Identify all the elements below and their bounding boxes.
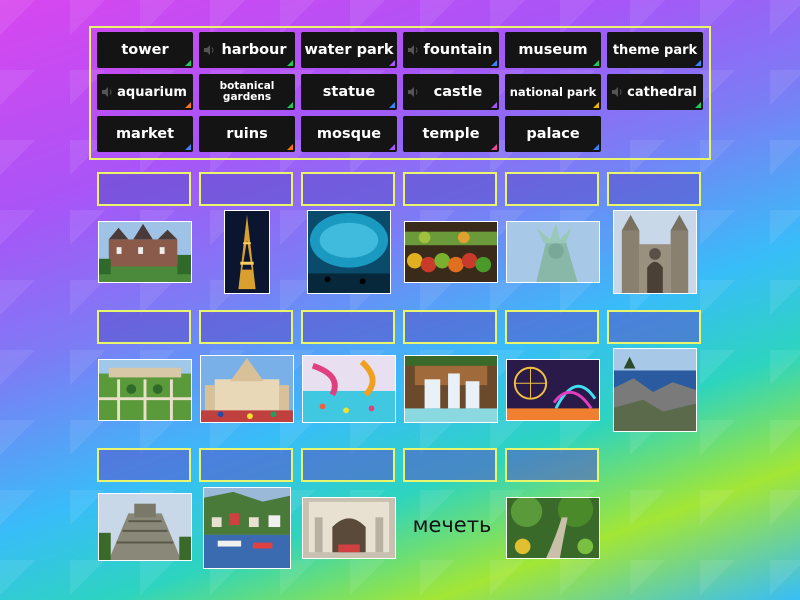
drop-slot[interactable] <box>505 448 599 482</box>
eiffel-tower-photo <box>224 210 270 294</box>
cathedral-photo <box>613 210 697 294</box>
drop-slot[interactable] <box>97 310 191 344</box>
speaker-icon[interactable] <box>611 86 623 98</box>
corner-marker <box>491 102 497 108</box>
drop-slot[interactable] <box>403 448 497 482</box>
corner-marker <box>185 102 191 108</box>
harbour-photo <box>203 487 291 569</box>
corner-marker <box>185 144 191 150</box>
corner-marker <box>593 60 599 66</box>
tile-label: castle <box>433 84 483 100</box>
drop-slot[interactable] <box>97 172 191 206</box>
aquarium-photo <box>307 210 391 294</box>
tile-label: fountain <box>423 42 493 58</box>
tile-water-park[interactable]: water park <box>301 32 397 68</box>
corner-marker <box>593 144 599 150</box>
corner-marker <box>287 102 293 108</box>
drop-slot[interactable] <box>403 310 497 344</box>
statue-of-liberty-photo <box>506 221 600 283</box>
market-photo <box>404 221 498 283</box>
speaker-icon[interactable] <box>407 86 419 98</box>
drop-slot[interactable] <box>301 310 395 344</box>
tile-label: temple <box>422 126 480 142</box>
corner-marker <box>389 102 395 108</box>
speaker-icon[interactable] <box>101 86 113 98</box>
theme-park-photo <box>506 359 600 421</box>
tile-label: palace <box>526 126 580 142</box>
castle-photo <box>98 221 192 283</box>
tile-label: mosque <box>316 126 382 142</box>
national-park-photo <box>613 348 697 432</box>
tile-museum[interactable]: museum <box>505 32 601 68</box>
corner-marker <box>491 60 497 66</box>
tile-cathedral[interactable]: cathedral <box>607 74 703 110</box>
tile-label: water park <box>304 42 394 58</box>
tile-harbour[interactable]: harbour <box>199 32 295 68</box>
tile-label: market <box>115 126 175 142</box>
tile-castle[interactable]: castle <box>403 74 499 110</box>
tile-label: ruins <box>226 126 268 142</box>
fountain-photo <box>404 355 498 423</box>
tile-ruins[interactable]: ruins <box>199 116 295 152</box>
tile-label: cathedral <box>627 84 697 100</box>
palace-garden-photo <box>506 497 600 559</box>
tile-label: aquarium <box>117 84 187 100</box>
tile-label: harbour <box>221 42 287 58</box>
drop-slot[interactable] <box>607 172 701 206</box>
tile-national-park[interactable]: national park <box>505 74 601 110</box>
drop-slot[interactable] <box>97 448 191 482</box>
tile-fountain[interactable]: fountain <box>403 32 499 68</box>
tile-statue[interactable]: statue <box>301 74 397 110</box>
tile-botanical-gardens[interactable]: botanical gardens <box>199 74 295 110</box>
tile-label: theme park <box>612 42 698 58</box>
drop-slot[interactable] <box>199 310 293 344</box>
botanical-gardens-photo <box>98 359 192 421</box>
tile-label: museum <box>518 42 588 58</box>
museum-photo <box>302 497 396 559</box>
corner-marker <box>491 144 497 150</box>
text-clue: мечеть <box>412 513 492 537</box>
corner-marker <box>695 60 701 66</box>
drop-slot[interactable] <box>199 448 293 482</box>
corner-marker <box>695 102 701 108</box>
tile-palace[interactable]: palace <box>505 116 601 152</box>
drop-slot[interactable] <box>403 172 497 206</box>
corner-marker <box>389 144 395 150</box>
drop-slot[interactable] <box>199 172 293 206</box>
tile-market[interactable]: market <box>97 116 193 152</box>
corner-marker <box>389 60 395 66</box>
tile-mosque[interactable]: mosque <box>301 116 397 152</box>
tile-label: national park <box>509 85 597 99</box>
temple-photo <box>200 355 294 423</box>
drop-slot[interactable] <box>505 310 599 344</box>
tile-label: tower <box>121 42 169 58</box>
drop-slot[interactable] <box>301 448 395 482</box>
speaker-icon[interactable] <box>203 44 215 56</box>
drop-slot[interactable] <box>505 172 599 206</box>
tile-label: botanical gardens <box>219 80 275 103</box>
corner-marker <box>287 144 293 150</box>
speaker-icon[interactable] <box>407 44 419 56</box>
tile-label: statue <box>322 84 376 100</box>
tile-temple[interactable]: temple <box>403 116 499 152</box>
drop-slot[interactable] <box>301 172 395 206</box>
corner-marker <box>593 102 599 108</box>
tile-tower[interactable]: tower <box>97 32 193 68</box>
ruins-photo <box>98 493 192 561</box>
tile-aquarium[interactable]: aquarium <box>97 74 193 110</box>
tile-theme-park[interactable]: theme park <box>607 32 703 68</box>
water-park-photo <box>302 355 396 423</box>
corner-marker <box>287 60 293 66</box>
drop-slot[interactable] <box>607 310 701 344</box>
corner-marker <box>185 60 191 66</box>
